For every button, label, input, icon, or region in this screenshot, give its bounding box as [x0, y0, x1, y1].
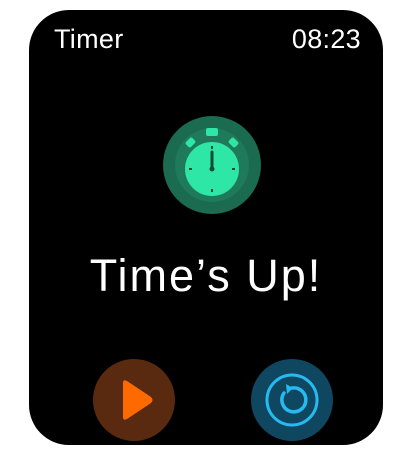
stopwatch-icon — [162, 115, 262, 215]
app-title: Timer — [54, 24, 124, 54]
times-up-message: Time’s Up! — [89, 250, 323, 301]
play-button[interactable] — [93, 359, 175, 441]
play-icon — [93, 359, 175, 441]
restart-button[interactable] — [251, 359, 333, 441]
restart-icon — [251, 359, 333, 441]
clock-time: 08:23 — [291, 24, 361, 54]
watch-screen: Timer 08:23 Time’s Up! — [29, 10, 383, 445]
